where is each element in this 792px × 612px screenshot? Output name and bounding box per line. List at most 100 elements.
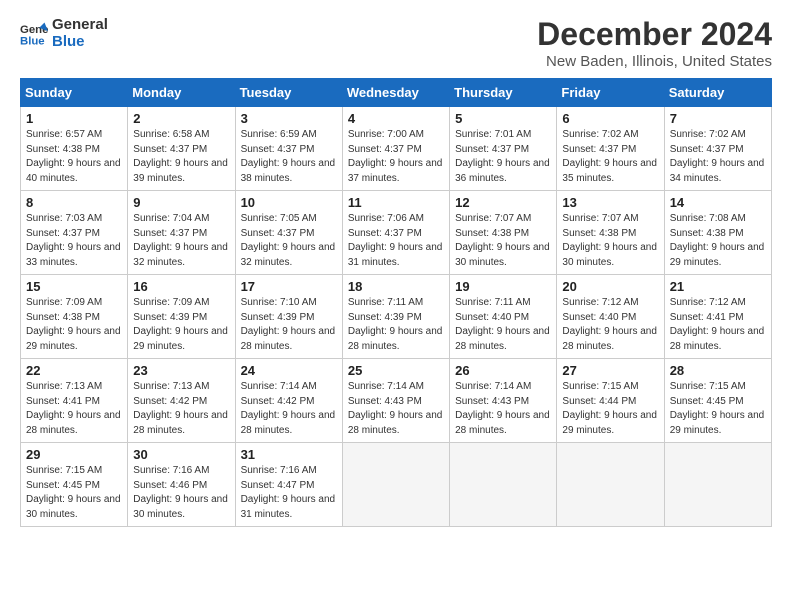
calendar-cell — [557, 443, 664, 527]
header: General Blue General Blue December 2024 … — [20, 16, 772, 70]
cell-content: Sunrise: 7:00 AMSunset: 4:37 PMDaylight:… — [348, 129, 443, 184]
calendar-cell: 3 Sunrise: 6:59 AMSunset: 4:37 PMDayligh… — [235, 107, 342, 191]
cell-content: Sunrise: 7:11 AMSunset: 4:40 PMDaylight:… — [455, 297, 550, 352]
day-number: 17 — [241, 279, 337, 294]
header-row: Sunday Monday Tuesday Wednesday Thursday… — [21, 79, 772, 107]
day-number: 16 — [133, 279, 229, 294]
day-number: 6 — [562, 111, 658, 126]
calendar-cell: 22 Sunrise: 7:13 AMSunset: 4:41 PMDaylig… — [21, 359, 128, 443]
cell-content: Sunrise: 7:01 AMSunset: 4:37 PMDaylight:… — [455, 129, 550, 184]
col-monday: Monday — [128, 79, 235, 107]
cell-content: Sunrise: 7:14 AMSunset: 4:43 PMDaylight:… — [348, 381, 443, 436]
day-number: 15 — [26, 279, 122, 294]
calendar-cell: 17 Sunrise: 7:10 AMSunset: 4:39 PMDaylig… — [235, 275, 342, 359]
col-saturday: Saturday — [664, 79, 771, 107]
calendar-cell: 6 Sunrise: 7:02 AMSunset: 4:37 PMDayligh… — [557, 107, 664, 191]
cell-content: Sunrise: 7:09 AMSunset: 4:39 PMDaylight:… — [133, 297, 228, 352]
calendar-cell: 16 Sunrise: 7:09 AMSunset: 4:39 PMDaylig… — [128, 275, 235, 359]
day-number: 3 — [241, 111, 337, 126]
col-tuesday: Tuesday — [235, 79, 342, 107]
calendar-cell — [450, 443, 557, 527]
cell-content: Sunrise: 7:13 AMSunset: 4:41 PMDaylight:… — [26, 381, 121, 436]
cell-content: Sunrise: 7:09 AMSunset: 4:38 PMDaylight:… — [26, 297, 121, 352]
calendar-cell: 9 Sunrise: 7:04 AMSunset: 4:37 PMDayligh… — [128, 191, 235, 275]
col-friday: Friday — [557, 79, 664, 107]
day-number: 30 — [133, 447, 229, 462]
cell-content: Sunrise: 7:13 AMSunset: 4:42 PMDaylight:… — [133, 381, 228, 436]
cell-content: Sunrise: 7:16 AMSunset: 4:46 PMDaylight:… — [133, 465, 228, 520]
day-number: 26 — [455, 363, 551, 378]
calendar-cell: 20 Sunrise: 7:12 AMSunset: 4:40 PMDaylig… — [557, 275, 664, 359]
cell-content: Sunrise: 7:12 AMSunset: 4:40 PMDaylight:… — [562, 297, 657, 352]
day-number: 24 — [241, 363, 337, 378]
calendar-cell: 1 Sunrise: 6:57 AMSunset: 4:38 PMDayligh… — [21, 107, 128, 191]
day-number: 7 — [670, 111, 766, 126]
day-number: 31 — [241, 447, 337, 462]
calendar-week-1: 1 Sunrise: 6:57 AMSunset: 4:38 PMDayligh… — [21, 107, 772, 191]
cell-content: Sunrise: 7:15 AMSunset: 4:45 PMDaylight:… — [26, 465, 121, 520]
title-section: December 2024 New Baden, Illinois, Unite… — [537, 16, 772, 70]
day-number: 10 — [241, 195, 337, 210]
day-number: 22 — [26, 363, 122, 378]
calendar-cell: 12 Sunrise: 7:07 AMSunset: 4:38 PMDaylig… — [450, 191, 557, 275]
cell-content: Sunrise: 7:08 AMSunset: 4:38 PMDaylight:… — [670, 213, 765, 268]
calendar-cell: 26 Sunrise: 7:14 AMSunset: 4:43 PMDaylig… — [450, 359, 557, 443]
calendar-cell: 14 Sunrise: 7:08 AMSunset: 4:38 PMDaylig… — [664, 191, 771, 275]
day-number: 5 — [455, 111, 551, 126]
calendar-cell: 24 Sunrise: 7:14 AMSunset: 4:42 PMDaylig… — [235, 359, 342, 443]
calendar-cell: 28 Sunrise: 7:15 AMSunset: 4:45 PMDaylig… — [664, 359, 771, 443]
month-title: December 2024 — [537, 16, 772, 53]
day-number: 1 — [26, 111, 122, 126]
calendar-cell: 19 Sunrise: 7:11 AMSunset: 4:40 PMDaylig… — [450, 275, 557, 359]
calendar-week-5: 29 Sunrise: 7:15 AMSunset: 4:45 PMDaylig… — [21, 443, 772, 527]
calendar-cell: 13 Sunrise: 7:07 AMSunset: 4:38 PMDaylig… — [557, 191, 664, 275]
calendar-cell: 7 Sunrise: 7:02 AMSunset: 4:37 PMDayligh… — [664, 107, 771, 191]
calendar-cell — [664, 443, 771, 527]
cell-content: Sunrise: 7:15 AMSunset: 4:45 PMDaylight:… — [670, 381, 765, 436]
logo: General Blue General Blue — [20, 16, 108, 50]
calendar-cell: 23 Sunrise: 7:13 AMSunset: 4:42 PMDaylig… — [128, 359, 235, 443]
day-number: 28 — [670, 363, 766, 378]
day-number: 13 — [562, 195, 658, 210]
calendar-cell: 30 Sunrise: 7:16 AMSunset: 4:46 PMDaylig… — [128, 443, 235, 527]
day-number: 21 — [670, 279, 766, 294]
calendar-cell — [342, 443, 449, 527]
cell-content: Sunrise: 7:11 AMSunset: 4:39 PMDaylight:… — [348, 297, 443, 352]
cell-content: Sunrise: 7:02 AMSunset: 4:37 PMDaylight:… — [562, 129, 657, 184]
calendar-cell: 15 Sunrise: 7:09 AMSunset: 4:38 PMDaylig… — [21, 275, 128, 359]
calendar-cell: 21 Sunrise: 7:12 AMSunset: 4:41 PMDaylig… — [664, 275, 771, 359]
day-number: 14 — [670, 195, 766, 210]
day-number: 20 — [562, 279, 658, 294]
calendar-cell: 4 Sunrise: 7:00 AMSunset: 4:37 PMDayligh… — [342, 107, 449, 191]
calendar-cell: 31 Sunrise: 7:16 AMSunset: 4:47 PMDaylig… — [235, 443, 342, 527]
day-number: 27 — [562, 363, 658, 378]
logo-text-line1: General — [52, 16, 108, 33]
calendar-week-4: 22 Sunrise: 7:13 AMSunset: 4:41 PMDaylig… — [21, 359, 772, 443]
cell-content: Sunrise: 7:05 AMSunset: 4:37 PMDaylight:… — [241, 213, 336, 268]
day-number: 29 — [26, 447, 122, 462]
day-number: 9 — [133, 195, 229, 210]
calendar-cell: 8 Sunrise: 7:03 AMSunset: 4:37 PMDayligh… — [21, 191, 128, 275]
cell-content: Sunrise: 7:15 AMSunset: 4:44 PMDaylight:… — [562, 381, 657, 436]
logo-icon: General Blue — [20, 19, 48, 47]
calendar-cell: 5 Sunrise: 7:01 AMSunset: 4:37 PMDayligh… — [450, 107, 557, 191]
cell-content: Sunrise: 7:14 AMSunset: 4:42 PMDaylight:… — [241, 381, 336, 436]
cell-content: Sunrise: 7:10 AMSunset: 4:39 PMDaylight:… — [241, 297, 336, 352]
calendar-week-3: 15 Sunrise: 7:09 AMSunset: 4:38 PMDaylig… — [21, 275, 772, 359]
day-number: 8 — [26, 195, 122, 210]
cell-content: Sunrise: 7:14 AMSunset: 4:43 PMDaylight:… — [455, 381, 550, 436]
calendar-cell: 2 Sunrise: 6:58 AMSunset: 4:37 PMDayligh… — [128, 107, 235, 191]
day-number: 4 — [348, 111, 444, 126]
day-number: 18 — [348, 279, 444, 294]
col-thursday: Thursday — [450, 79, 557, 107]
calendar-cell: 29 Sunrise: 7:15 AMSunset: 4:45 PMDaylig… — [21, 443, 128, 527]
location-title: New Baden, Illinois, United States — [537, 53, 772, 70]
day-number: 11 — [348, 195, 444, 210]
col-wednesday: Wednesday — [342, 79, 449, 107]
calendar-cell: 27 Sunrise: 7:15 AMSunset: 4:44 PMDaylig… — [557, 359, 664, 443]
calendar-cell: 11 Sunrise: 7:06 AMSunset: 4:37 PMDaylig… — [342, 191, 449, 275]
day-number: 25 — [348, 363, 444, 378]
calendar-cell: 10 Sunrise: 7:05 AMSunset: 4:37 PMDaylig… — [235, 191, 342, 275]
calendar-cell: 25 Sunrise: 7:14 AMSunset: 4:43 PMDaylig… — [342, 359, 449, 443]
day-number: 2 — [133, 111, 229, 126]
